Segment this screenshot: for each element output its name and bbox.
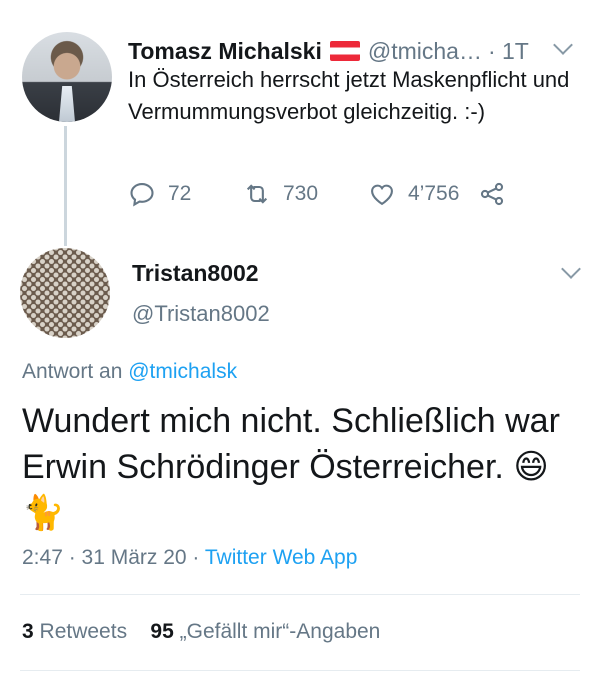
reply-tweet-text: Wundert mich nicht. Schließlich war Erwi… <box>22 398 582 536</box>
tweet-actions: 72 730 4’756 <box>128 176 548 212</box>
retweets-label: Retweets <box>39 620 128 643</box>
reply-author-handle[interactable]: @Tristan8002 <box>132 301 270 327</box>
reply-to-label: Antwort an <box>22 360 123 383</box>
like-count: 4’756 <box>408 182 460 205</box>
tweet-meta: 2:47 · 31 März 20 · Twitter Web App <box>22 546 357 570</box>
parent-tweet-header: Tomasz Michalski @tmicha… · 1T <box>128 36 578 66</box>
avatar-tomasz[interactable] <box>22 32 112 122</box>
retweets-stat[interactable]: 3 Retweets <box>22 620 127 643</box>
divider <box>20 594 580 595</box>
retweet-button[interactable]: 730 <box>243 180 368 208</box>
retweet-icon <box>246 184 268 204</box>
share-button[interactable] <box>478 180 506 208</box>
parent-tweet-time: · 1T <box>487 37 529 64</box>
thread-line <box>64 126 67 246</box>
chevron-down-icon[interactable] <box>561 259 581 279</box>
share-icon <box>480 182 504 206</box>
parent-author-name[interactable]: Tomasz Michalski <box>128 38 322 65</box>
parent-tweet-text: In Österreich herrscht jetzt Maskenpflic… <box>128 67 570 124</box>
engagement-stats: 3 Retweets 95 „Gefällt mir“-Angaben <box>22 620 380 644</box>
source-app-link[interactable]: Twitter Web App <box>205 546 358 569</box>
like-icon <box>371 184 393 206</box>
austria-flag-icon <box>329 41 360 61</box>
avatar-tristan[interactable] <box>20 248 110 338</box>
parent-author-handle[interactable]: @tmicha… <box>368 38 482 65</box>
likes-label: „Gefällt mir“-Angaben <box>179 620 381 643</box>
likes-stat[interactable]: 95 „Gefällt mir“-Angaben <box>150 620 380 643</box>
divider <box>20 670 580 671</box>
like-button[interactable]: 4’756 <box>368 180 478 208</box>
retweet-count: 730 <box>283 182 319 205</box>
likes-count: 95 <box>150 620 174 643</box>
reply-button[interactable]: 72 <box>128 180 243 208</box>
reply-count: 72 <box>168 182 192 205</box>
retweets-count: 3 <box>22 620 34 643</box>
reply-icon <box>130 183 154 207</box>
tweet-timestamp: 2:47 · 31 März 20 · <box>22 546 200 569</box>
reply-author-name[interactable]: Tristan8002 <box>132 260 259 287</box>
reply-tweet-body: Wundert mich nicht. Schließlich war Erwi… <box>22 402 560 486</box>
reply-to-mention[interactable]: @tmichalsk <box>128 360 237 383</box>
reply-to-line: Antwort an @tmichalsk <box>22 360 237 384</box>
